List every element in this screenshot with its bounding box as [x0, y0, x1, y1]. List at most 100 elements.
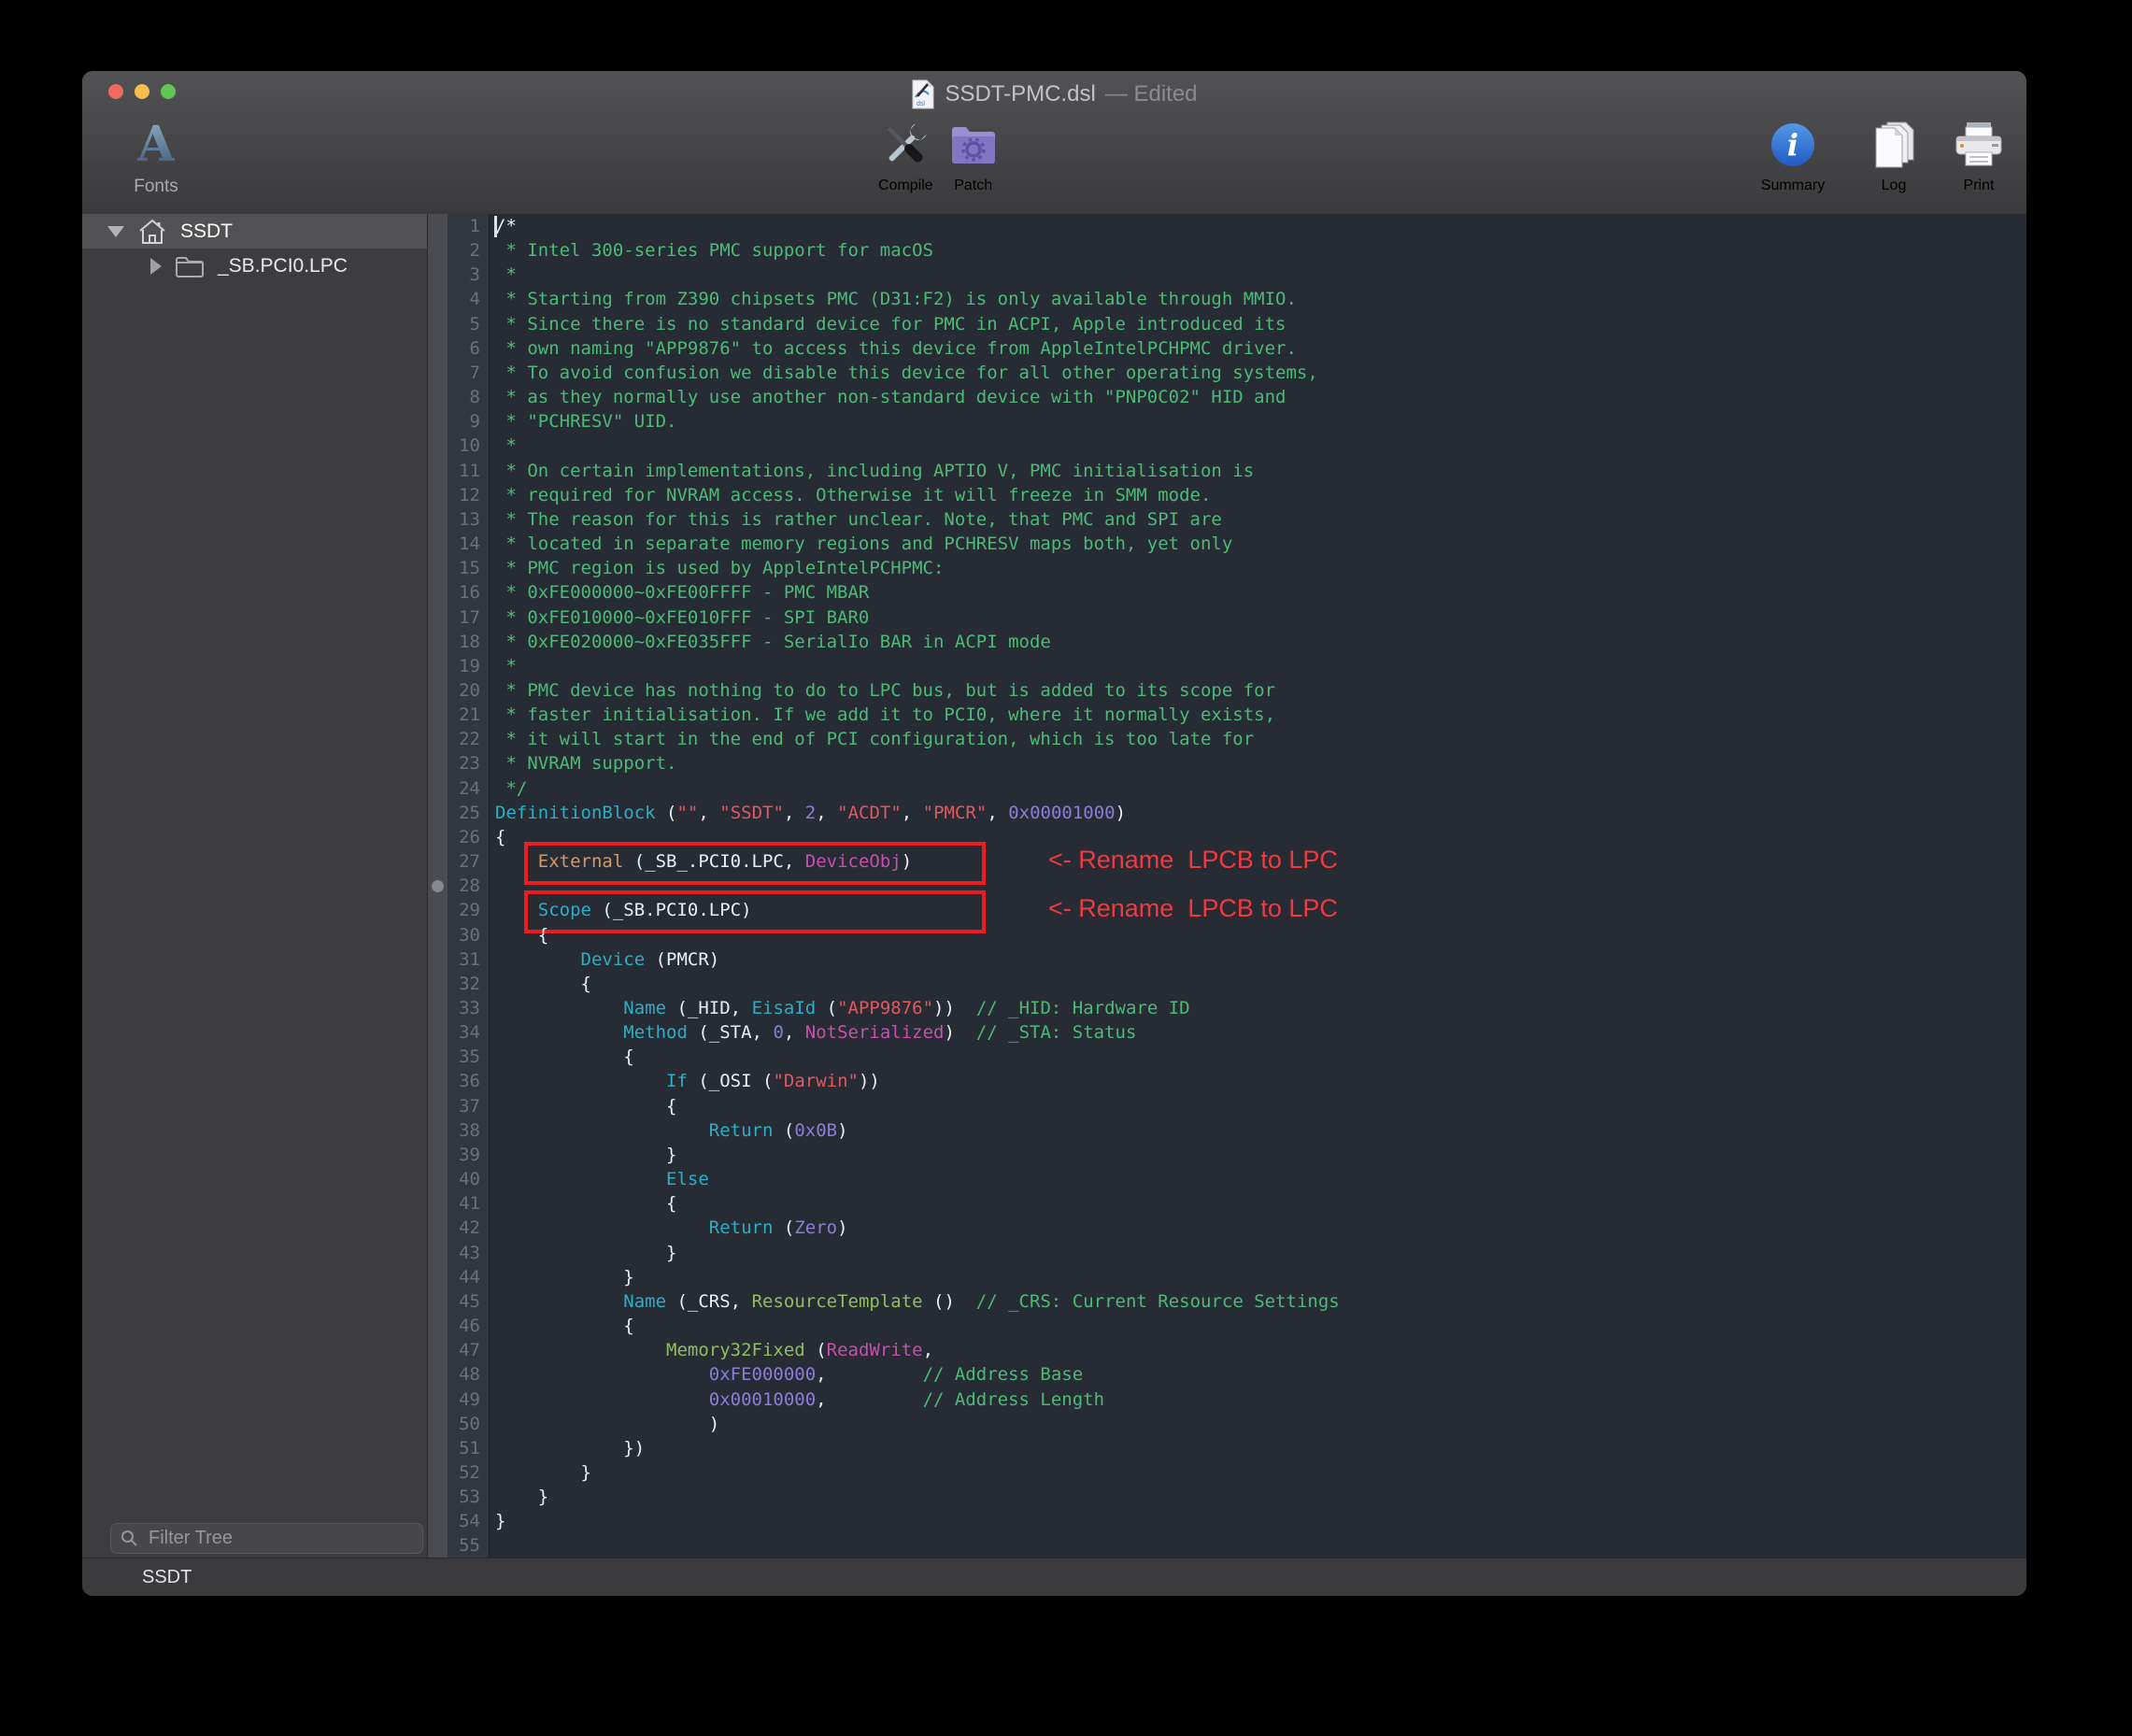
- code-token: ,: [698, 803, 719, 823]
- code-line[interactable]: ): [490, 1412, 2026, 1436]
- code-line[interactable]: * "PCHRESV" UID.: [490, 409, 2026, 434]
- gutter-line-number: 29: [448, 898, 489, 922]
- disclosure-closed-icon[interactable]: [150, 258, 162, 275]
- document-icon: dsl: [911, 79, 935, 109]
- editor-margin-row: [428, 434, 448, 458]
- code-token: (: [656, 803, 677, 823]
- code-line[interactable]: * faster initialisation. If we add it to…: [490, 703, 2026, 727]
- toolbar-fonts-button[interactable]: A Fonts: [105, 118, 207, 195]
- code-line[interactable]: }): [490, 1436, 2026, 1460]
- code-line[interactable]: Name (_CRS, ResourceTemplate () // _CRS:…: [490, 1289, 2026, 1314]
- code-line[interactable]: If (_OSI ("Darwin")): [490, 1069, 2026, 1093]
- code-line[interactable]: * Intel 300-series PMC support for macOS: [490, 238, 2026, 263]
- code-line[interactable]: Name (_HID, EisaId ("APP9876")) // _HID:…: [490, 996, 2026, 1020]
- code-token: ResourceTemplate: [752, 1291, 923, 1312]
- code-line[interactable]: *: [490, 263, 2026, 287]
- code-line[interactable]: * Starting from Z390 chipsets PMC (D31:F…: [490, 287, 2026, 311]
- rename-annotation: <- Rename LPCB to LPC: [1048, 847, 1338, 872]
- toolbar-log-button[interactable]: Log: [1860, 118, 1927, 194]
- code-line[interactable]: [490, 1533, 2026, 1558]
- code-line[interactable]: 0xFE000000, // Address Base: [490, 1362, 2026, 1387]
- code-line[interactable]: * 0xFE010000~0xFE010FFF - SPI BAR0: [490, 605, 2026, 630]
- code-line[interactable]: Method (_STA, 0, NotSerialized) // _STA:…: [490, 1020, 2026, 1045]
- gutter-line-number: 52: [448, 1460, 489, 1485]
- code-line[interactable]: {: [490, 1045, 2026, 1069]
- code-line[interactable]: 0x00010000, // Address Length: [490, 1387, 2026, 1412]
- code-line[interactable]: Memory32Fixed (ReadWrite,: [490, 1338, 2026, 1362]
- editor-margin-row: [428, 703, 448, 727]
- code-line[interactable]: *: [490, 434, 2026, 458]
- code-line[interactable]: * The reason for this is rather unclear.…: [490, 507, 2026, 532]
- code-line[interactable]: {: [490, 1191, 2026, 1216]
- highlight-box: External (_SB_.PCI0.LPC, DeviceObj): [538, 851, 912, 872]
- gutter-line-number: 8: [448, 385, 489, 409]
- code-line[interactable]: * 0xFE020000~0xFE035FFF - SerialIo BAR i…: [490, 630, 2026, 654]
- code-line[interactable]: * own naming "APP9876" to access this de…: [490, 336, 2026, 361]
- editor-margin-row: [428, 801, 448, 825]
- code-line[interactable]: {: [490, 1314, 2026, 1338]
- gutter-line-number: 22: [448, 727, 489, 751]
- code-line[interactable]: Return (0x0B): [490, 1118, 2026, 1143]
- code-line[interactable]: }: [490, 1485, 2026, 1509]
- code-token: // _CRS: Current Resource Settings: [955, 1291, 1340, 1312]
- code-token: * The reason for this is rather unclear.…: [495, 509, 1222, 530]
- code-token: // _HID: Hardware ID: [955, 998, 1190, 1018]
- code-line[interactable]: * as they normally use another non-stand…: [490, 385, 2026, 409]
- gutter-line-number: 23: [448, 751, 489, 776]
- code-line[interactable]: Scope (_SB.PCI0.LPC)<- Rename LPCB to LP…: [490, 898, 2026, 922]
- gutter-line-number: 11: [448, 459, 489, 483]
- code-line[interactable]: {: [490, 923, 2026, 947]
- gutter-line-number: 46: [448, 1314, 489, 1338]
- code-line[interactable]: Else: [490, 1167, 2026, 1191]
- code-line[interactable]: * To avoid confusion we disable this dev…: [490, 361, 2026, 385]
- toolbar-print-button[interactable]: Print: [1942, 118, 2015, 194]
- code-line[interactable]: * required for NVRAM access. Otherwise i…: [490, 483, 2026, 507]
- code-line[interactable]: }: [490, 1241, 2026, 1265]
- code-line[interactable]: * 0xFE000000~0xFE00FFFF - PMC MBAR: [490, 580, 2026, 605]
- code-line[interactable]: /*: [490, 214, 2026, 238]
- code-line[interactable]: * On certain implementations, including …: [490, 459, 2026, 483]
- code-line[interactable]: * located in separate memory regions and…: [490, 532, 2026, 556]
- code-line[interactable]: * Since there is no standard device for …: [490, 312, 2026, 336]
- gutter-line-number: 5: [448, 312, 489, 336]
- code-token: [495, 1022, 623, 1043]
- code-token: (_HID,: [666, 998, 752, 1018]
- code-line[interactable]: * PMC region is used by AppleIntelPCHPMC…: [490, 556, 2026, 580]
- disclosure-open-icon[interactable]: [107, 226, 124, 237]
- code-line[interactable]: * it will start in the end of PCI config…: [490, 727, 2026, 751]
- editor-margin-row: [428, 459, 448, 483]
- filter-tree-input[interactable]: [147, 1527, 413, 1550]
- code-line[interactable]: * NVRAM support.: [490, 751, 2026, 776]
- code-token: (_SB_.PCI0.LPC,: [623, 851, 804, 872]
- editor-margin-row: [428, 727, 448, 751]
- code-line[interactable]: }: [490, 1509, 2026, 1533]
- code-line[interactable]: *: [490, 654, 2026, 678]
- toolbar-summary-button[interactable]: i Summary: [1741, 118, 1845, 194]
- code-line[interactable]: */: [490, 776, 2026, 801]
- sidebar-item-ssdt[interactable]: SSDT: [82, 214, 427, 249]
- sidebar-item-sb-pci0-lpc[interactable]: _SB.PCI0.LPC: [82, 249, 427, 283]
- code-token: ): [945, 1022, 955, 1043]
- code-line[interactable]: DefinitionBlock ("", "SSDT", 2, "ACDT", …: [490, 801, 2026, 825]
- code-line[interactable]: }: [490, 1265, 2026, 1289]
- code-line[interactable]: }: [490, 1460, 2026, 1485]
- toolbar-compile-button[interactable]: Compile: [878, 118, 933, 194]
- code-line[interactable]: External (_SB_.PCI0.LPC, DeviceObj) <- Re…: [490, 849, 2026, 874]
- code-line[interactable]: }: [490, 1143, 2026, 1167]
- code-line[interactable]: Device (PMCR): [490, 947, 2026, 972]
- toolbar-patch-button[interactable]: Patch: [948, 118, 999, 194]
- code-line[interactable]: {: [490, 972, 2026, 996]
- code-line[interactable]: Return (Zero): [490, 1216, 2026, 1240]
- code-line[interactable]: {: [490, 1094, 2026, 1118]
- patch-icon: [948, 118, 999, 172]
- gutter-line-number: 41: [448, 1191, 489, 1216]
- code-token: [495, 998, 623, 1018]
- filter-tree-field[interactable]: [110, 1523, 423, 1554]
- code-line[interactable]: * PMC device has nothing to do to LPC bu…: [490, 678, 2026, 703]
- editor-margin-row: [428, 287, 448, 311]
- code-editor[interactable]: /* * Intel 300-series PMC support for ma…: [490, 214, 2026, 1558]
- code-token: * 0xFE000000~0xFE00FFFF - PMC MBAR: [495, 582, 869, 603]
- code-token: * "PCHRESV" UID.: [495, 411, 676, 432]
- status-path: SSDT: [142, 1567, 192, 1588]
- gutter: 1234567891011121314151617181920212223242…: [448, 214, 490, 1558]
